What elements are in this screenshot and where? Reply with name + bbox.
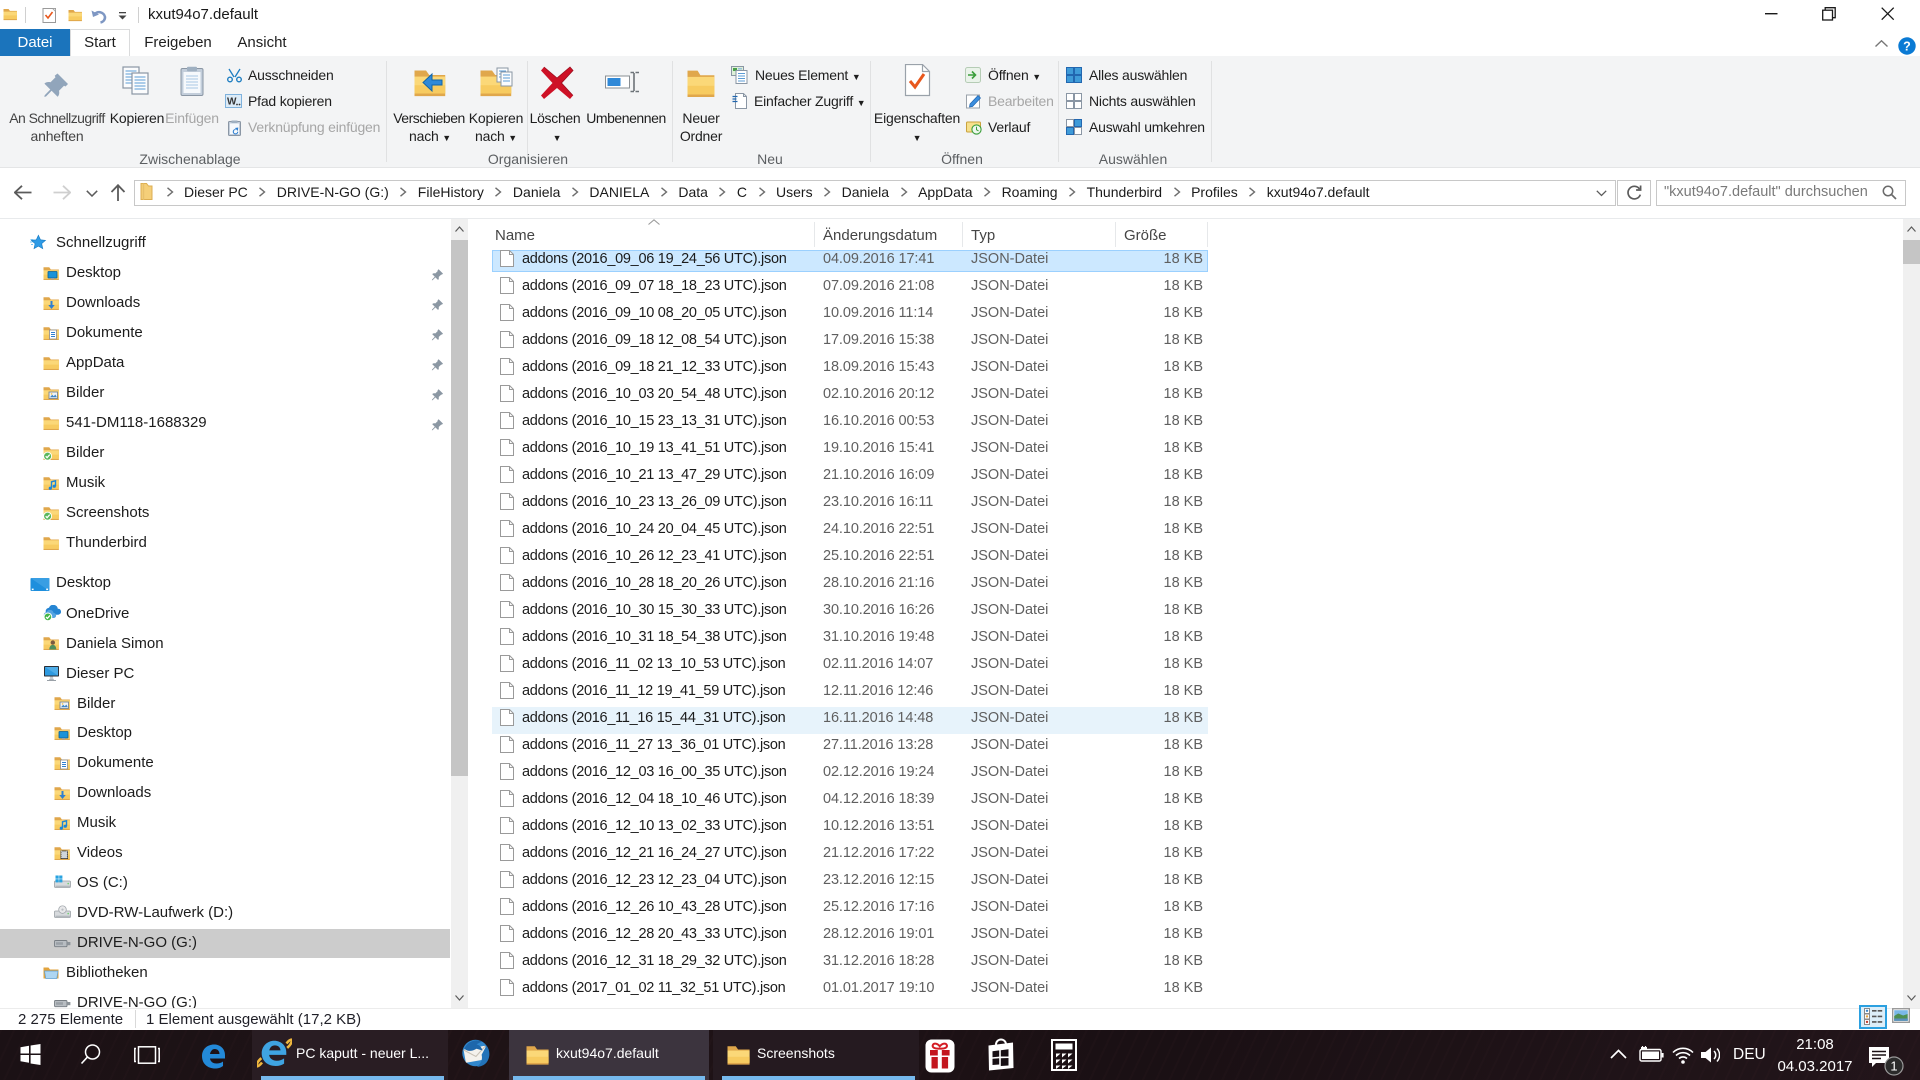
svg-text:?: ? [1903, 39, 1911, 53]
svg-text:W: W [227, 97, 237, 108]
svg-text:1: 1 [1890, 1059, 1897, 1074]
